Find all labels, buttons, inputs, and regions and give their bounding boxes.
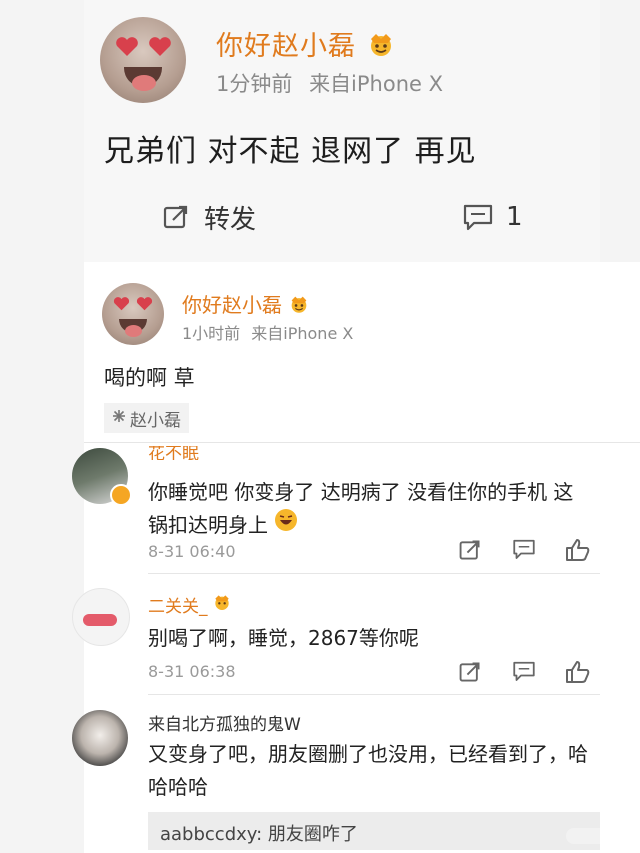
sub-reply-text: aabbccdxy: 朋友圈咋了 bbox=[160, 824, 358, 845]
heart-eye-icon bbox=[136, 297, 153, 311]
reply-author-name[interactable]: 二关关_ bbox=[148, 592, 232, 617]
repost-icon bbox=[162, 203, 190, 231]
like-icon[interactable] bbox=[564, 660, 592, 688]
comment-source: 来自iPhone X bbox=[251, 324, 354, 343]
reply-text: 你睡觉吧 你变身了 达明病了 没看住你的手机 这 锅扣达明身上 bbox=[148, 476, 573, 541]
verified-badge-icon bbox=[110, 484, 132, 506]
comment-content: 喝的啊 草 bbox=[104, 366, 195, 390]
reply-avatar[interactable] bbox=[72, 588, 130, 646]
section-divider bbox=[84, 442, 640, 443]
repost-button[interactable]: 转发 bbox=[162, 200, 257, 235]
repost-label: 转发 bbox=[204, 204, 257, 235]
laugh-emoji-icon bbox=[274, 508, 298, 541]
reply-divider bbox=[148, 694, 600, 695]
comment-author-name[interactable]: 你好赵小磊 bbox=[182, 289, 310, 319]
heart-eye-icon bbox=[113, 297, 130, 311]
comment-button[interactable]: 1 bbox=[462, 200, 523, 234]
crown-icon bbox=[212, 593, 232, 616]
comment-icon[interactable] bbox=[512, 538, 536, 564]
post-author-name[interactable]: 你好赵小磊 bbox=[216, 24, 396, 64]
repost-icon[interactable] bbox=[458, 538, 482, 566]
reply-actions bbox=[458, 538, 600, 564]
tag-icon bbox=[112, 408, 126, 428]
post-source: 来自iPhone X bbox=[309, 72, 444, 96]
post-author-avatar[interactable] bbox=[100, 17, 186, 103]
comment-tag[interactable]: 赵小磊 bbox=[104, 403, 189, 433]
post-content: 兄弟们 对不起 退网了 再见 bbox=[104, 134, 477, 169]
comment-count: 1 bbox=[506, 202, 523, 232]
like-icon[interactable] bbox=[564, 538, 592, 566]
reply-text: 又变身了吧，朋友圈删了也没用，已经看到了，哈 哈哈哈 bbox=[148, 742, 588, 799]
comment-time: 1小时前 bbox=[182, 324, 241, 343]
comment-icon[interactable] bbox=[512, 660, 536, 686]
reply-time: 8-31 06:40 bbox=[148, 542, 236, 561]
comment-meta: 1小时前 来自iPhone X bbox=[182, 320, 353, 344]
heart-eye-icon bbox=[148, 37, 172, 57]
reply-actions bbox=[458, 660, 600, 686]
watermark-logo bbox=[566, 828, 622, 844]
crown-icon bbox=[366, 31, 396, 64]
repost-icon[interactable] bbox=[458, 660, 482, 688]
reply-avatar[interactable] bbox=[72, 710, 128, 766]
reply-divider bbox=[148, 573, 600, 574]
crown-icon bbox=[288, 294, 310, 319]
reply-text: 别喝了啊，睡觉，2867等你呢 bbox=[148, 626, 419, 650]
heart-eye-icon bbox=[115, 37, 139, 57]
post-time: 1分钟前 bbox=[216, 72, 293, 96]
post-meta: 1分钟前 来自iPhone X bbox=[216, 68, 443, 98]
reply-time: 8-31 06:38 bbox=[148, 662, 236, 681]
reply-author-name[interactable]: 来自北方孤独的鬼W bbox=[148, 710, 301, 735]
reply-author-name[interactable]: 花不眠 bbox=[148, 446, 199, 460]
comment-icon bbox=[462, 203, 494, 231]
comment-author-avatar[interactable] bbox=[102, 283, 164, 345]
